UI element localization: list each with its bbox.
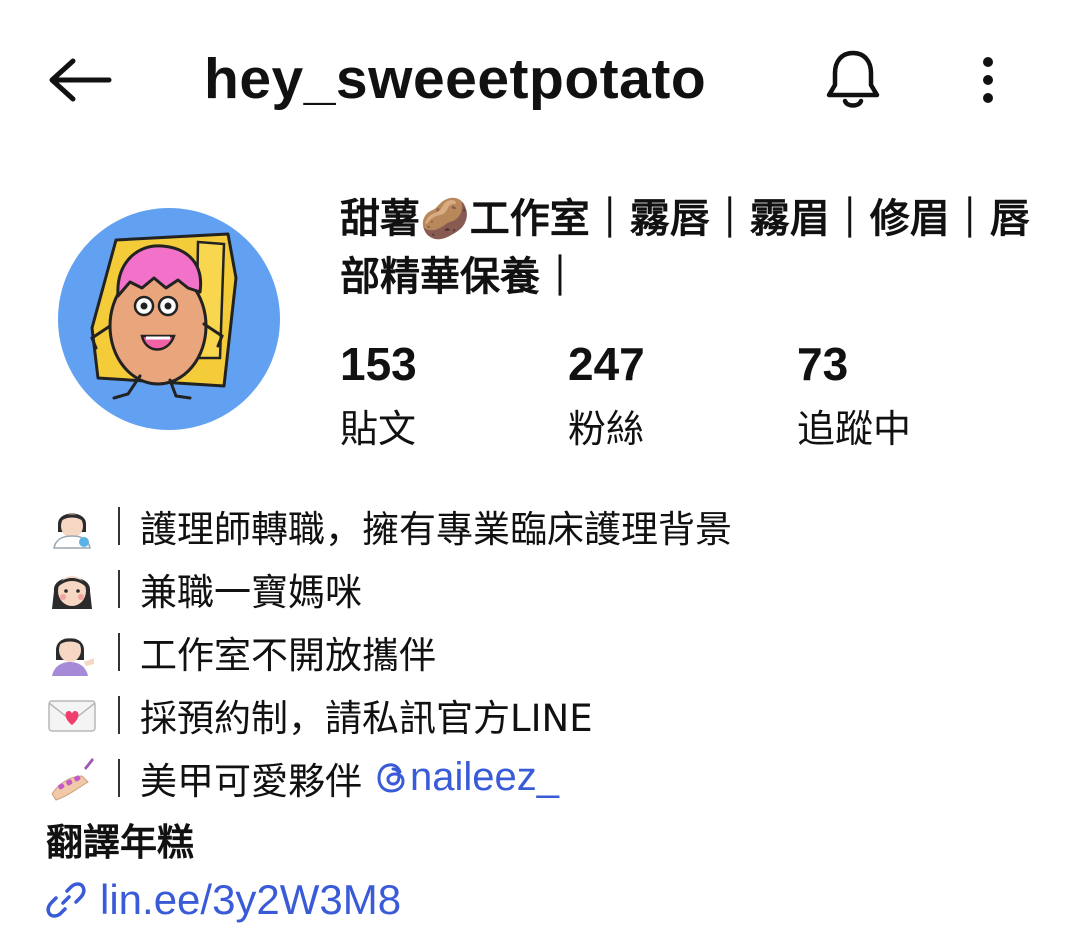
love-letter-emoji bbox=[44, 689, 100, 741]
profile-link[interactable]: lin.ee/3y2W3M8 bbox=[44, 869, 1044, 931]
posts-count: 153 bbox=[340, 338, 417, 390]
followers-count: 247 bbox=[568, 338, 645, 390]
following-count: 73 bbox=[797, 338, 849, 390]
profile-link-text: lin.ee/3y2W3M8 bbox=[100, 876, 402, 923]
more-options-button[interactable] bbox=[962, 48, 1014, 112]
stat-followers[interactable]: 247 粉絲 bbox=[568, 336, 645, 454]
posts-label: 貼文 bbox=[340, 407, 417, 451]
bio-text: 美甲可愛夥伴 bbox=[140, 759, 362, 803]
woman-face-emoji bbox=[44, 563, 100, 615]
followers-label: 粉絲 bbox=[568, 407, 645, 451]
back-button[interactable] bbox=[40, 50, 120, 110]
partner-mention-link[interactable]: naileez_ bbox=[376, 755, 559, 800]
bio-line: 護理師轉職，擁有專業臨床護理背景 bbox=[44, 494, 1044, 557]
bio-line: 美甲可愛夥伴 naileez_ bbox=[44, 746, 1044, 809]
nail-polish-emoji bbox=[44, 752, 100, 804]
following-label: 追蹤中 bbox=[797, 407, 912, 451]
bio-line: 兼職一寶媽咪 bbox=[44, 557, 1044, 620]
bio-divider bbox=[118, 695, 120, 734]
bio-divider bbox=[118, 632, 120, 671]
bio-divider bbox=[118, 506, 120, 545]
bio-divider bbox=[118, 569, 120, 608]
stat-following[interactable]: 73 追蹤中 bbox=[797, 336, 911, 454]
threads-icon bbox=[377, 762, 405, 793]
profile-bio: 護理師轉職，擁有專業臨床護理背景 兼職一寶媽咪 工作室不開放攜伴 採預約制，請私… bbox=[44, 494, 1044, 931]
stat-posts[interactable]: 153 貼文 bbox=[340, 336, 417, 454]
bio-title: 翻譯年糕 bbox=[46, 821, 194, 864]
notifications-button[interactable] bbox=[818, 44, 888, 114]
bio-text: 兼職一寶媽咪 bbox=[140, 570, 362, 614]
bell-icon bbox=[826, 50, 880, 108]
profile-display-name: 甜薯🥔工作室｜霧唇｜霧眉｜修眉｜唇部精華保養｜ bbox=[340, 196, 1030, 300]
arrow-left-icon bbox=[49, 58, 112, 102]
bio-divider bbox=[118, 758, 120, 797]
profile-avatar[interactable] bbox=[58, 208, 280, 430]
mention-handle: naileez_ bbox=[410, 755, 560, 799]
sweet-potato-cartoon-icon bbox=[90, 232, 238, 400]
top-bar: hey_sweeetpotato bbox=[0, 0, 1080, 160]
woman-tipping-hand-emoji bbox=[44, 626, 100, 678]
link-icon bbox=[46, 882, 86, 918]
bio-text: 工作室不開放攜伴 bbox=[140, 633, 436, 677]
profile-username: hey_sweeetpotato bbox=[204, 47, 707, 111]
bio-text: 護理師轉職，擁有專業臨床護理背景 bbox=[140, 507, 732, 551]
bio-line: 工作室不開放攜伴 bbox=[44, 620, 1044, 683]
bio-line: 採預約制，請私訊官方LINE bbox=[44, 683, 1044, 746]
woman-health-worker-emoji bbox=[44, 500, 100, 552]
more-vertical-icon bbox=[983, 57, 993, 103]
bio-text: 採預約制，請私訊官方LINE bbox=[140, 696, 593, 740]
